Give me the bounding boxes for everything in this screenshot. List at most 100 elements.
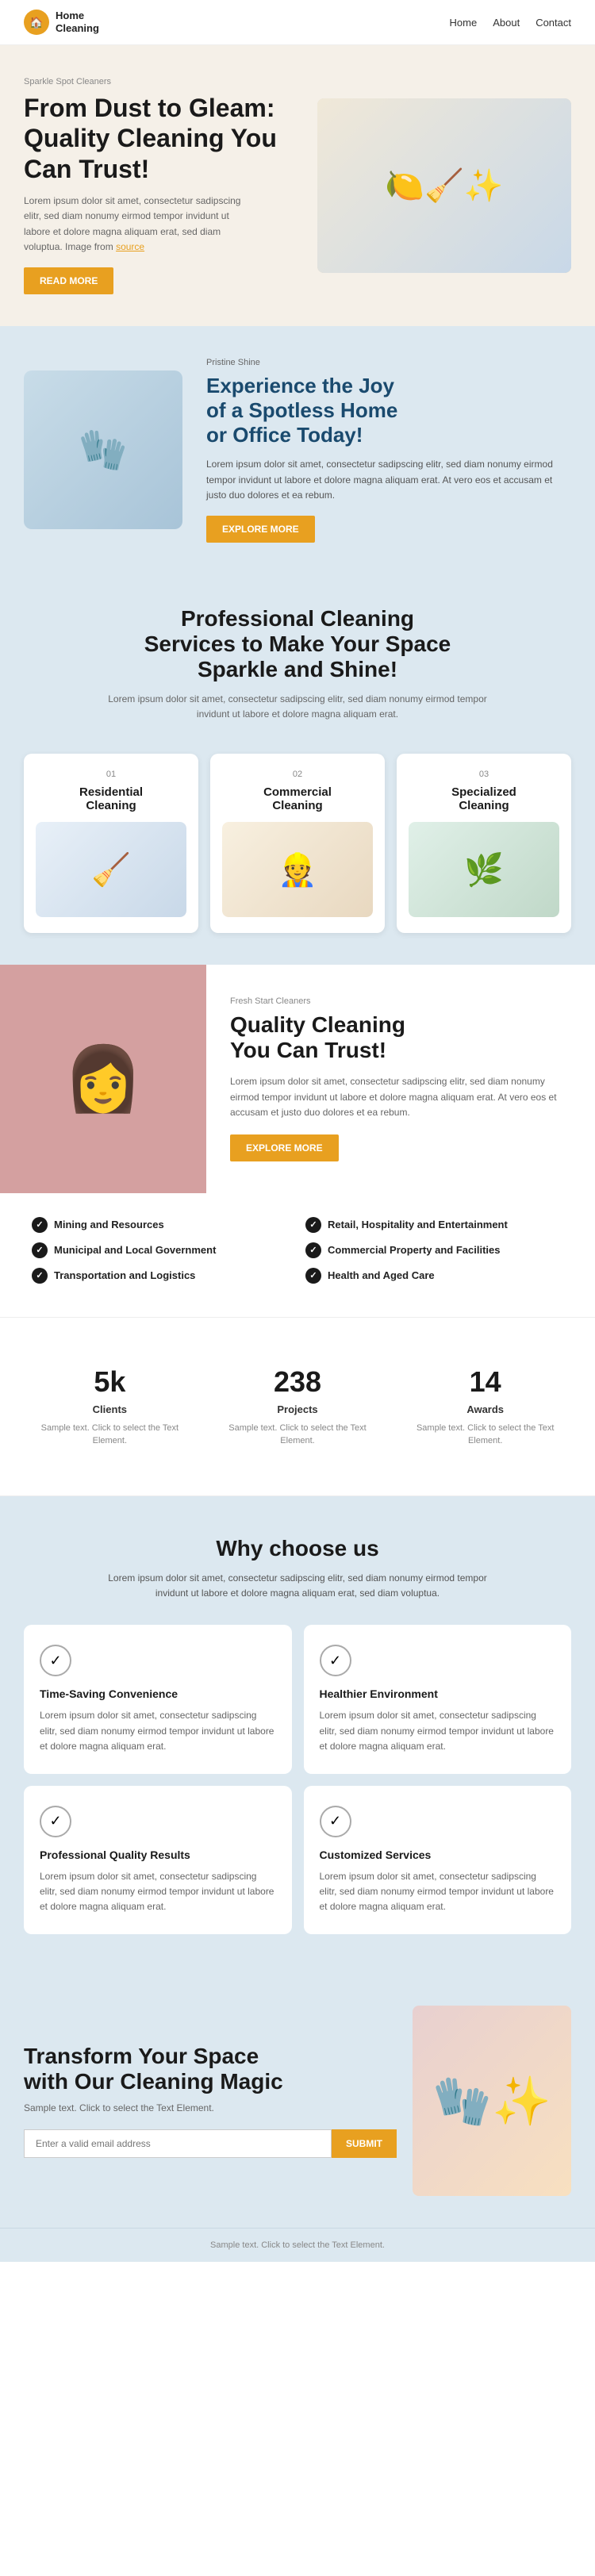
stat-awards-num: 14 — [415, 1365, 555, 1399]
check-icon-retail: ✓ — [305, 1217, 321, 1233]
hero-text: Sparkle Spot Cleaners From Dust to Gleam… — [24, 77, 298, 294]
footer-note-text: Sample text. Click to select the Text El… — [210, 2240, 385, 2250]
stat-projects: 238 Projects Sample text. Click to selec… — [212, 1349, 384, 1464]
nav-links: Home About Contact — [450, 17, 571, 29]
industry-commercial-property-label: Commercial Property and Facilities — [328, 1244, 500, 1256]
service-card-commercial[interactable]: 02 Commercial Cleaning 👷 — [210, 754, 385, 933]
stat-projects-desc: Sample text. Click to select the Text El… — [228, 1422, 368, 1448]
quality-section: 👩 Fresh Start Cleaners Quality Cleaning … — [0, 965, 595, 1193]
stat-awards: 14 Awards Sample text. Click to select t… — [399, 1349, 571, 1464]
cta-form: SUBMIT — [24, 2129, 397, 2158]
service-cards-container: 01 Residential Cleaning 🧹 02 Commercial … — [0, 738, 595, 965]
quality-cta-button[interactable]: EXPLORE MORE — [230, 1134, 339, 1161]
cta-section: Transform Your Space with Our Cleaning M… — [0, 1974, 595, 2228]
hero-label: Sparkle Spot Cleaners — [24, 77, 298, 86]
industry-mining: ✓ Mining and Resources — [32, 1217, 290, 1233]
why-card-quality[interactable]: ✓ Professional Quality Results Lorem ips… — [24, 1786, 292, 1935]
spotless-desc: Lorem ipsum dolor sit amet, consectetur … — [206, 457, 571, 503]
service-card-residential[interactable]: 01 Residential Cleaning 🧹 — [24, 754, 198, 933]
cta-title: Transform Your Space with Our Cleaning M… — [24, 2044, 397, 2094]
quality-text: Fresh Start Cleaners Quality Cleaning Yo… — [206, 965, 595, 1193]
hero-link[interactable]: source — [116, 241, 144, 252]
stat-projects-label: Projects — [228, 1403, 368, 1415]
industry-commercial-property: ✓ Commercial Property and Facilities — [305, 1242, 563, 1258]
hero-cta-button[interactable]: READ MORE — [24, 267, 113, 294]
cta-text: Transform Your Space with Our Cleaning M… — [24, 2044, 397, 2158]
stats-section: 5k Clients Sample text. Click to select … — [0, 1317, 595, 1496]
why-card-time[interactable]: ✓ Time-Saving Convenience Lorem ipsum do… — [24, 1625, 292, 1774]
why-card-health-title: Healthier Environment — [320, 1687, 556, 1700]
why-card-health-desc: Lorem ipsum dolor sit amet, consectetur … — [320, 1708, 556, 1754]
service-card-specialized[interactable]: 03 Specialized Cleaning 🌿 — [397, 754, 571, 933]
email-input[interactable] — [24, 2129, 332, 2158]
why-card-custom[interactable]: ✓ Customized Services Lorem ipsum dolor … — [304, 1786, 572, 1935]
why-icon-quality: ✓ — [40, 1806, 71, 1837]
stat-clients-num: 5k — [40, 1365, 180, 1399]
check-icon-municipal: ✓ — [32, 1242, 48, 1258]
nav-contact[interactable]: Contact — [536, 17, 571, 29]
cta-image: 🧤✨ — [413, 2006, 571, 2196]
services-desc: Lorem ipsum dolor sit amet, consectetur … — [99, 692, 496, 722]
stat-awards-label: Awards — [415, 1403, 555, 1415]
why-card-time-desc: Lorem ipsum dolor sit amet, consectetur … — [40, 1708, 276, 1754]
hero-image-placeholder — [317, 98, 571, 273]
card-num-01: 01 — [36, 770, 186, 779]
quality-label: Fresh Start Cleaners — [230, 996, 571, 1006]
spotless-cta-button[interactable]: EXPLORE MORE — [206, 516, 315, 543]
industry-municipal-label: Municipal and Local Government — [54, 1244, 216, 1256]
nav-home[interactable]: Home — [450, 17, 478, 29]
why-card-custom-title: Customized Services — [320, 1849, 556, 1861]
quality-title: Quality Cleaning You Can Trust! — [230, 1012, 571, 1063]
why-title: Why choose us — [24, 1536, 571, 1561]
stat-clients-label: Clients — [40, 1403, 180, 1415]
industry-row-1: ✓ Mining and Resources ✓ Retail, Hospita… — [32, 1217, 563, 1233]
card-title-commercial: Commercial Cleaning — [222, 785, 373, 812]
industry-municipal: ✓ Municipal and Local Government — [32, 1242, 290, 1258]
specialized-visual: 🌿 — [409, 822, 559, 917]
industries-section: ✓ Mining and Resources ✓ Retail, Hospita… — [0, 1193, 595, 1317]
spotless-text: Pristine Shine Experience the Joy of a S… — [206, 358, 571, 543]
residential-image: 🧹 — [36, 822, 186, 917]
why-header: Why choose us Lorem ipsum dolor sit amet… — [24, 1536, 571, 1601]
commercial-visual: 👷 — [222, 822, 373, 917]
spotless-label: Pristine Shine — [206, 358, 571, 367]
industry-retail: ✓ Retail, Hospitality and Entertainment — [305, 1217, 563, 1233]
hero-desc: Lorem ipsum dolor sit amet, consectetur … — [24, 194, 246, 255]
industry-health-label: Health and Aged Care — [328, 1269, 435, 1281]
stat-projects-num: 238 — [228, 1365, 368, 1399]
why-card-custom-desc: Lorem ipsum dolor sit amet, consectetur … — [320, 1869, 556, 1915]
why-card-health[interactable]: ✓ Healthier Environment Lorem ipsum dolo… — [304, 1625, 572, 1774]
card-title-specialized: Specialized Cleaning — [409, 785, 559, 812]
why-icon-health: ✓ — [320, 1645, 351, 1676]
logo-text: HomeCleaning — [56, 10, 99, 34]
why-icon-time: ✓ — [40, 1645, 71, 1676]
industry-transport: ✓ Transportation and Logistics — [32, 1268, 290, 1284]
why-card-quality-title: Professional Quality Results — [40, 1849, 276, 1861]
footer-note: Sample text. Click to select the Text El… — [0, 2228, 595, 2262]
card-num-03: 03 — [409, 770, 559, 779]
check-icon-transport: ✓ — [32, 1268, 48, 1284]
hero-image — [298, 98, 571, 273]
card-num-02: 02 — [222, 770, 373, 779]
logo[interactable]: 🏠 HomeCleaning — [24, 10, 99, 35]
nav-about[interactable]: About — [493, 17, 520, 29]
why-card-time-title: Time-Saving Convenience — [40, 1687, 276, 1700]
industry-row-2: ✓ Municipal and Local Government ✓ Comme… — [32, 1242, 563, 1258]
spotless-section: 🧤 Pristine Shine Experience the Joy of a… — [0, 326, 595, 574]
quality-image: 👩 — [0, 965, 206, 1193]
check-icon-commercial-property: ✓ — [305, 1242, 321, 1258]
check-icon-mining: ✓ — [32, 1217, 48, 1233]
hero-cleaning-visual — [317, 98, 571, 273]
services-title: Professional Cleaning Services to Make Y… — [48, 606, 547, 682]
why-card-quality-desc: Lorem ipsum dolor sit amet, consectetur … — [40, 1869, 276, 1915]
stat-clients-desc: Sample text. Click to select the Text El… — [40, 1422, 180, 1448]
why-section: Why choose us Lorem ipsum dolor sit amet… — [0, 1496, 595, 1975]
residential-visual: 🧹 — [36, 822, 186, 917]
submit-button[interactable]: SUBMIT — [332, 2129, 397, 2158]
navigation: 🏠 HomeCleaning Home About Contact — [0, 0, 595, 45]
why-desc: Lorem ipsum dolor sit amet, consectetur … — [99, 1571, 496, 1601]
stat-awards-desc: Sample text. Click to select the Text El… — [415, 1422, 555, 1448]
industry-row-3: ✓ Transportation and Logistics ✓ Health … — [32, 1268, 563, 1284]
cta-desc: Sample text. Click to select the Text El… — [24, 2102, 397, 2113]
card-title-residential: Residential Cleaning — [36, 785, 186, 812]
